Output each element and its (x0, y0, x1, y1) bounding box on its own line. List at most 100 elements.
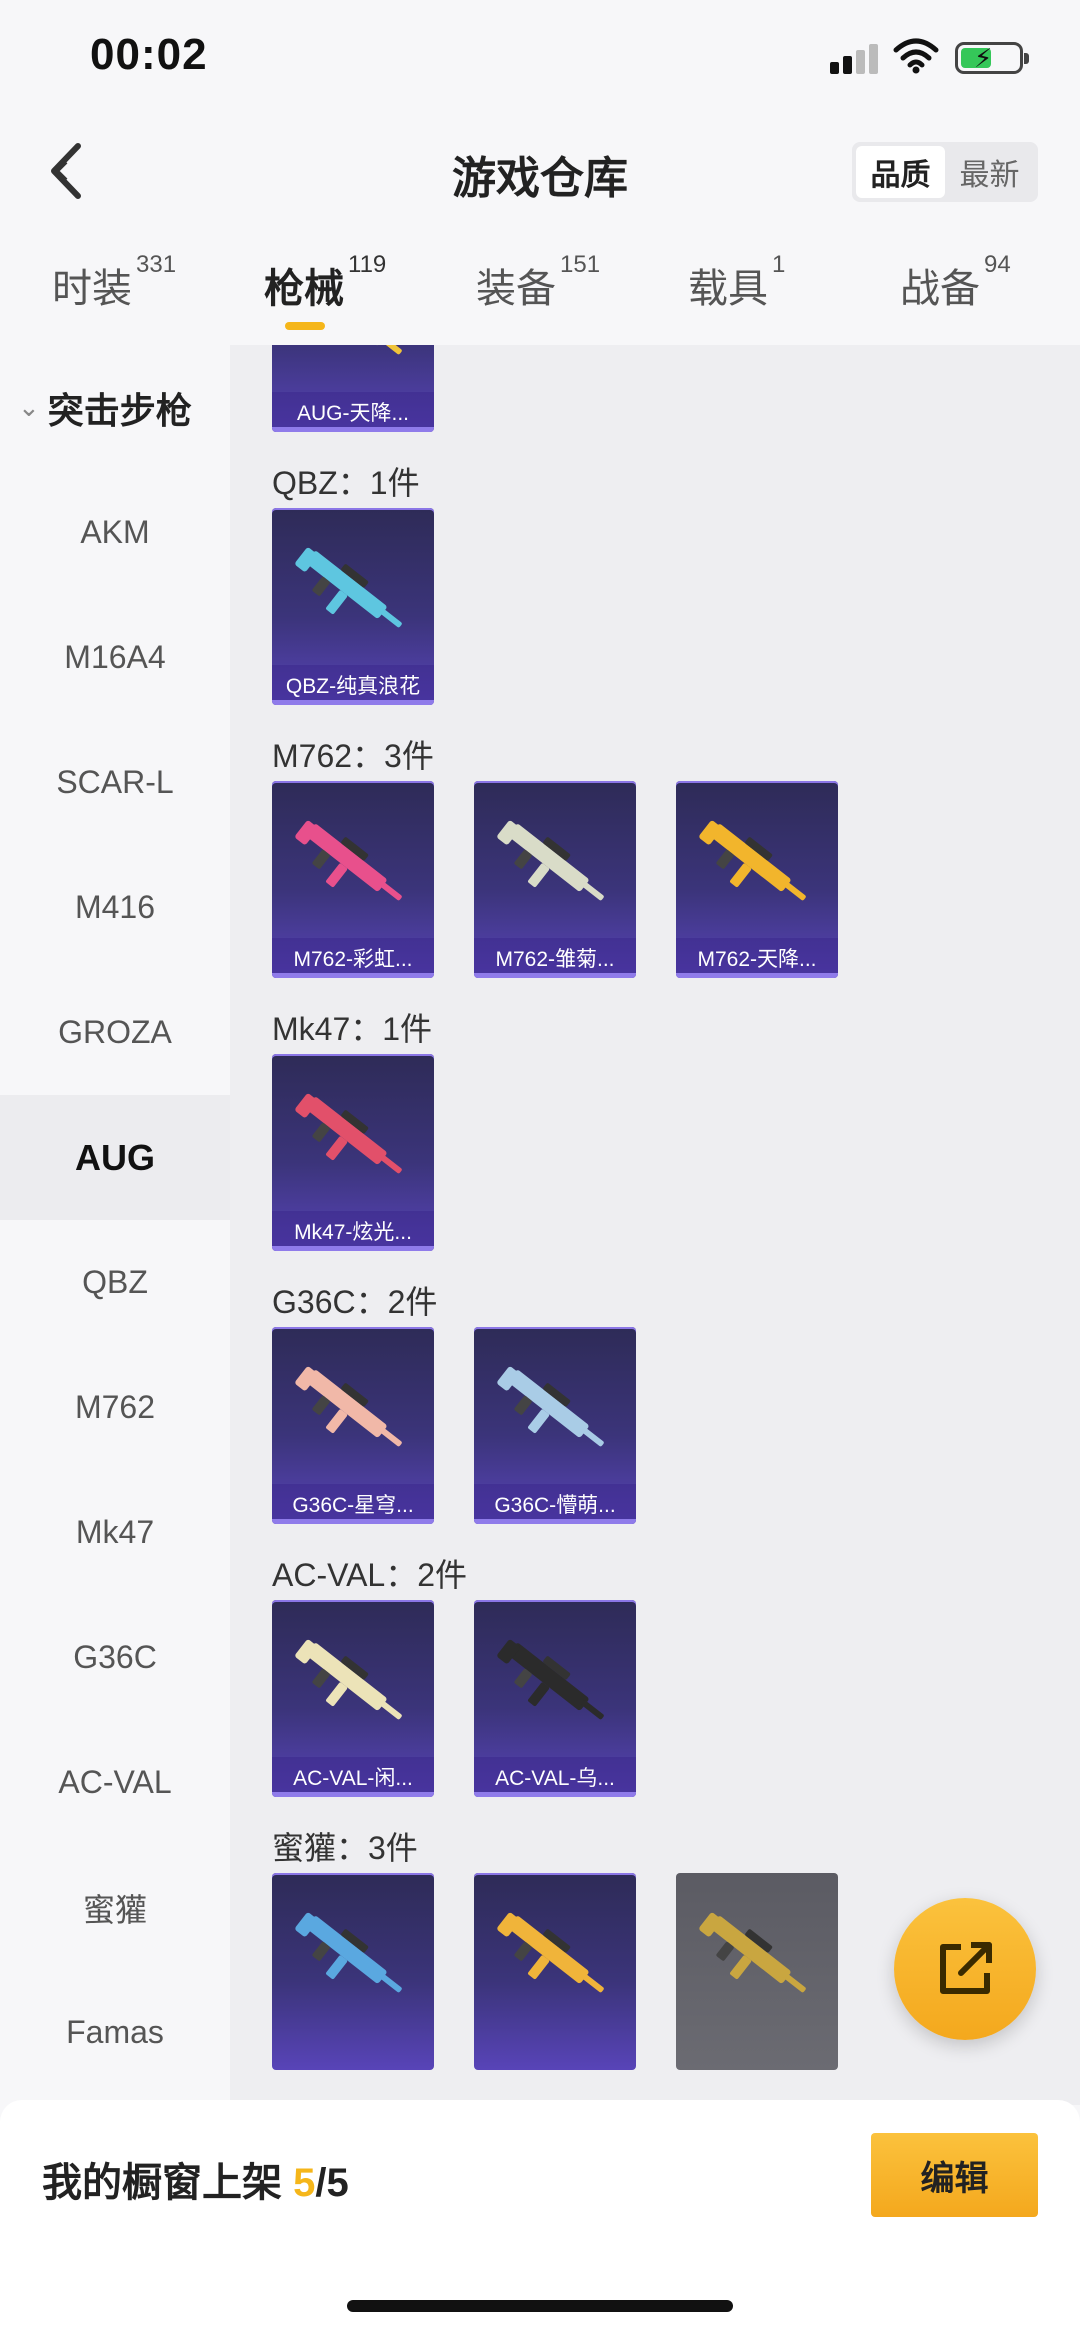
gun-icon (295, 1639, 402, 1720)
tab-equipment[interactable]: 装备151 (476, 251, 600, 314)
skin-card[interactable] (676, 1873, 838, 2070)
section-label: AC-VAL：2件 (272, 1557, 468, 1593)
showcase-label: 我的橱窗上架 (42, 2161, 282, 2205)
skin-name: Mk47-炫光... (272, 1211, 434, 1251)
sidebar-item-m762[interactable]: M762 (0, 1345, 230, 1470)
gun-icon (497, 820, 604, 901)
sort-option-newest[interactable]: 最新 (945, 146, 1034, 198)
skin-card[interactable]: AUG-天降... (272, 345, 434, 432)
sidebar-item-ac-val[interactable]: AC-VAL (0, 1720, 230, 1845)
skin-card[interactable] (474, 1873, 636, 2070)
sidebar-item-qbz[interactable]: QBZ (0, 1220, 230, 1345)
skin-name: G36C-星穹... (272, 1484, 434, 1524)
tab-count: 151 (560, 250, 601, 278)
gun-icon (295, 820, 402, 901)
gun-icon (295, 1093, 402, 1174)
sidebar-item-m416[interactable]: M416 (0, 845, 230, 970)
share-button[interactable] (894, 1898, 1036, 2040)
gun-icon (497, 1639, 604, 1720)
skin-name: AC-VAL-闲... (272, 1757, 434, 1797)
battery-icon: ⚡ (955, 42, 1029, 74)
gun-icon (497, 1912, 604, 1993)
sidebar-item-scar-l[interactable]: SCAR-L (0, 720, 230, 845)
sidebar-item-famas[interactable]: Famas (0, 1970, 230, 2095)
skin-name: M762-天降... (676, 938, 838, 978)
skin-card[interactable]: M762-雏菊... (474, 781, 636, 978)
tab-count: 94 (984, 250, 1011, 278)
skin-card[interactable]: QBZ-纯真浪花 (272, 508, 434, 705)
skin-name: G36C-懵萌... (474, 1484, 636, 1524)
skin-card[interactable] (272, 1873, 434, 2070)
skin-card[interactable]: G36C-懵萌... (474, 1327, 636, 1524)
tab-count: 119 (348, 250, 387, 278)
signal-icon (830, 42, 880, 74)
rarity-bar (474, 973, 636, 978)
skin-card[interactable]: AC-VAL-乌... (474, 1600, 636, 1797)
section-label: QBZ：1件 (272, 465, 420, 501)
category-tabs: 时装331 枪械119 装备151 载具1 战备94 (0, 250, 1080, 340)
showcase-total: /5 (315, 2161, 349, 2205)
skin-name: AUG-天降... (272, 392, 434, 432)
sidebar-item-honey-badger[interactable]: 蜜獾 (0, 1845, 230, 1970)
section-label: M762：3件 (272, 738, 434, 774)
skin-card[interactable]: AC-VAL-闲... (272, 1600, 434, 1797)
status-bar: 00:02 ⚡ (0, 0, 1080, 118)
gun-icon (295, 1912, 402, 1993)
skin-card[interactable]: Mk47-炫光... (272, 1054, 434, 1251)
rarity-bar (474, 1519, 636, 1524)
rarity-bar (272, 1519, 434, 1524)
rarity-bar (676, 973, 838, 978)
tab-count: 331 (136, 250, 177, 278)
showcase-count: 5 (293, 2161, 316, 2205)
skin-card[interactable]: M762-天降... (676, 781, 838, 978)
gun-icon (306, 345, 402, 355)
weapon-skin-list: AUG-天降... QBZ：1件 QBZ-纯真浪花 M762：3件 M762-彩虹...… (230, 345, 1080, 2105)
tab-vehicles[interactable]: 载具1 (688, 251, 785, 314)
section-label: 蜜獾：3件 (272, 1830, 418, 1866)
rarity-bar (272, 973, 434, 978)
sidebar-item-akm[interactable]: AKM (0, 470, 230, 595)
tab-label: 时装 (52, 267, 132, 311)
chevron-down-icon: ⌄ (18, 392, 40, 422)
tab-guns[interactable]: 枪械119 (264, 251, 386, 314)
tab-label: 枪械 (264, 267, 344, 311)
skin-card[interactable]: G36C-星穹... (272, 1327, 434, 1524)
skin-name: M762-彩虹... (272, 938, 434, 978)
sort-toggle[interactable]: 品质 最新 (852, 142, 1038, 202)
gun-icon (699, 820, 806, 901)
gun-icon (699, 1912, 806, 1993)
tab-outfits[interactable]: 时装331 (52, 251, 176, 314)
sidebar-group-label: 突击步枪 (47, 389, 192, 431)
section-label: G36C：2件 (272, 1284, 438, 1320)
wifi-icon (893, 38, 939, 74)
sidebar-group-assault-rifles[interactable]: ⌄ 突击步枪 (0, 345, 230, 470)
tab-label: 载具 (688, 267, 768, 311)
skin-card[interactable]: M762-彩虹... (272, 781, 434, 978)
sidebar-item-groza[interactable]: GROZA (0, 970, 230, 1095)
sidebar-item-aug[interactable]: AUG (0, 1095, 230, 1220)
rarity-bar (474, 1792, 636, 1797)
gun-icon (497, 1366, 604, 1447)
home-indicator (347, 2300, 733, 2312)
sidebar-item-mk47[interactable]: Mk47 (0, 1470, 230, 1595)
rarity-bar (272, 427, 434, 432)
section-label: Mk47：1件 (272, 1011, 433, 1047)
rarity-bar (272, 1792, 434, 1797)
tab-label: 装备 (476, 267, 556, 311)
weapon-sidebar: ⌄ 突击步枪 AKM M16A4 SCAR-L M416 GROZA AUG Q… (0, 345, 230, 2105)
edit-button[interactable]: 编辑 (871, 2133, 1038, 2217)
sort-option-quality[interactable]: 品质 (856, 146, 945, 198)
skin-name: M762-雏菊... (474, 938, 636, 978)
sidebar-item-m16a4[interactable]: M16A4 (0, 595, 230, 720)
rarity-bar (272, 700, 434, 705)
gun-icon (295, 1366, 402, 1447)
tab-label: 战备 (900, 267, 980, 311)
active-tab-indicator (285, 322, 325, 330)
skin-name: QBZ-纯真浪花 (272, 665, 434, 705)
tab-count: 1 (772, 250, 786, 278)
sidebar-item-g36c[interactable]: G36C (0, 1595, 230, 1720)
gun-icon (295, 547, 402, 628)
rarity-bar (272, 1246, 434, 1251)
tab-supplies[interactable]: 战备94 (900, 251, 1011, 314)
skin-name: AC-VAL-乌... (474, 1757, 636, 1797)
